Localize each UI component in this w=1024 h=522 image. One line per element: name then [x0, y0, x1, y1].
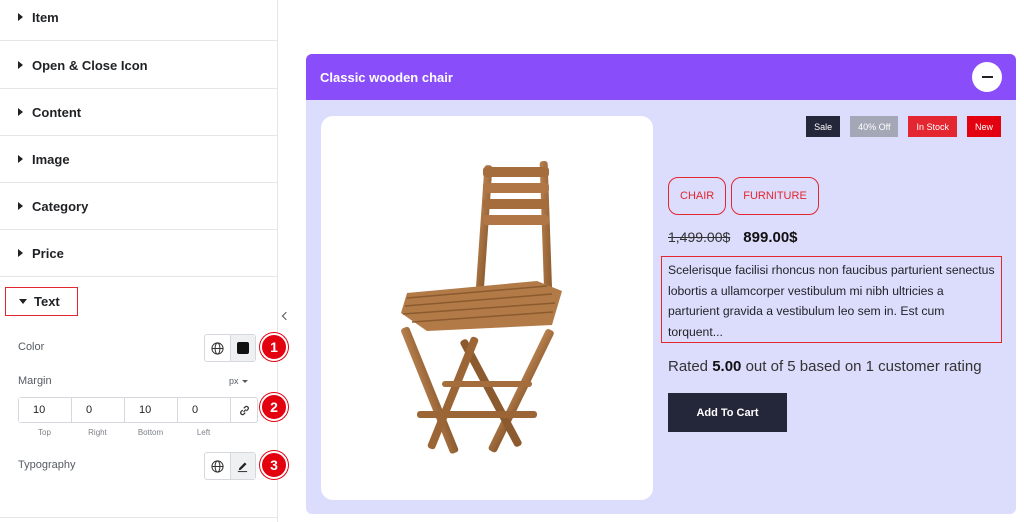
caret-down-icon	[19, 299, 27, 304]
rating-score: 5.00	[712, 358, 742, 375]
price-row: 1,499.00$ 899.00$	[668, 229, 798, 246]
color-label: Color	[18, 341, 45, 353]
margin-bottom-label: Bottom	[137, 428, 164, 437]
section-label: Category	[32, 198, 89, 214]
product-accordion-card: Classic wooden chair Sale 40% Off In Sto…	[306, 54, 1016, 514]
section-item[interactable]: Item	[0, 0, 277, 41]
unit-value: px	[229, 376, 239, 386]
divider	[0, 517, 277, 518]
badge-sale: Sale	[806, 116, 841, 137]
chevron-down-icon	[241, 379, 248, 383]
editor-page: Item Open & Close Icon Content Image Cat…	[0, 0, 1024, 522]
unit-selector[interactable]: px	[229, 376, 248, 386]
rating-text: Rated 5.00 out of 5 based on 1 customer …	[668, 358, 982, 375]
color-swatch	[236, 342, 249, 354]
margin-right-label: Right	[88, 428, 107, 437]
typography-control	[204, 452, 256, 480]
rating-prefix: Rated	[668, 358, 709, 375]
product-description: Scelerisque facilisi rhoncus non faucibu…	[661, 256, 1002, 343]
section-label: Content	[32, 104, 82, 120]
minus-icon	[981, 76, 993, 78]
product-title: Classic wooden chair	[320, 69, 453, 85]
margin-left-input[interactable]	[178, 398, 231, 422]
chevron-left-icon	[281, 311, 290, 321]
category-tag-furniture[interactable]: FURNITURE	[731, 177, 819, 215]
badge-row: Sale 40% Off In Stock New	[806, 116, 1001, 137]
collapse-panel-handle[interactable]	[277, 292, 291, 340]
margin-top-input[interactable]	[19, 398, 72, 422]
add-to-cart-button[interactable]: Add To Cart	[668, 393, 787, 432]
link-icon[interactable]	[231, 398, 257, 422]
sale-price: 899.00$	[743, 229, 798, 246]
color-swatch-button[interactable]	[229, 335, 255, 361]
global-icon[interactable]	[205, 453, 230, 479]
color-control	[204, 334, 256, 362]
margin-right-input[interactable]	[72, 398, 125, 422]
old-price: 1,499.00$	[668, 229, 731, 245]
category-tag-chair[interactable]: CHAIR	[668, 177, 727, 215]
badge-in-stock: In Stock	[908, 116, 957, 137]
caret-right-icon	[18, 61, 23, 69]
caret-right-icon	[18, 249, 23, 257]
step-marker-3: 3	[260, 451, 288, 479]
caret-right-icon	[18, 108, 23, 116]
rating-suffix: out of 5 based on 1 customer rating	[745, 358, 982, 375]
wooden-chair-image	[401, 161, 562, 454]
caret-right-icon	[18, 202, 23, 210]
accordion-header[interactable]: Classic wooden chair	[306, 54, 1016, 100]
section-category[interactable]: Category	[0, 183, 277, 230]
section-label: Text	[34, 294, 60, 309]
margin-left-label: Left	[196, 428, 211, 437]
typography-label: Typography	[18, 459, 76, 471]
margin-inputs	[18, 397, 258, 423]
settings-panel: Item Open & Close Icon Content Image Cat…	[0, 0, 288, 522]
global-icon[interactable]	[205, 335, 230, 361]
margin-sublabels: Top Right Bottom Left	[18, 428, 230, 437]
caret-right-icon	[18, 155, 23, 163]
collapse-toggle-button[interactable]	[972, 62, 1002, 92]
section-label: Image	[32, 151, 70, 167]
product-image	[321, 116, 653, 500]
caret-right-icon	[18, 13, 23, 21]
section-image[interactable]: Image	[0, 136, 277, 183]
section-text[interactable]: Text	[5, 287, 78, 316]
section-label: Price	[32, 245, 64, 261]
margin-bottom-input[interactable]	[125, 398, 178, 422]
badge-new: New	[966, 116, 1001, 137]
section-label: Open & Close Icon	[32, 57, 148, 73]
margin-label: Margin	[18, 375, 52, 387]
section-price[interactable]: Price	[0, 230, 277, 277]
section-label: Item	[32, 9, 59, 25]
category-tags: CHAIR FURNITURE	[668, 177, 819, 215]
section-open-close-icon[interactable]: Open & Close Icon	[0, 42, 277, 89]
edit-pencil-icon[interactable]	[229, 453, 255, 479]
section-content[interactable]: Content	[0, 89, 277, 136]
margin-top-label: Top	[38, 428, 51, 437]
badge-discount: 40% Off	[850, 116, 899, 137]
step-marker-2: 2	[260, 393, 288, 421]
